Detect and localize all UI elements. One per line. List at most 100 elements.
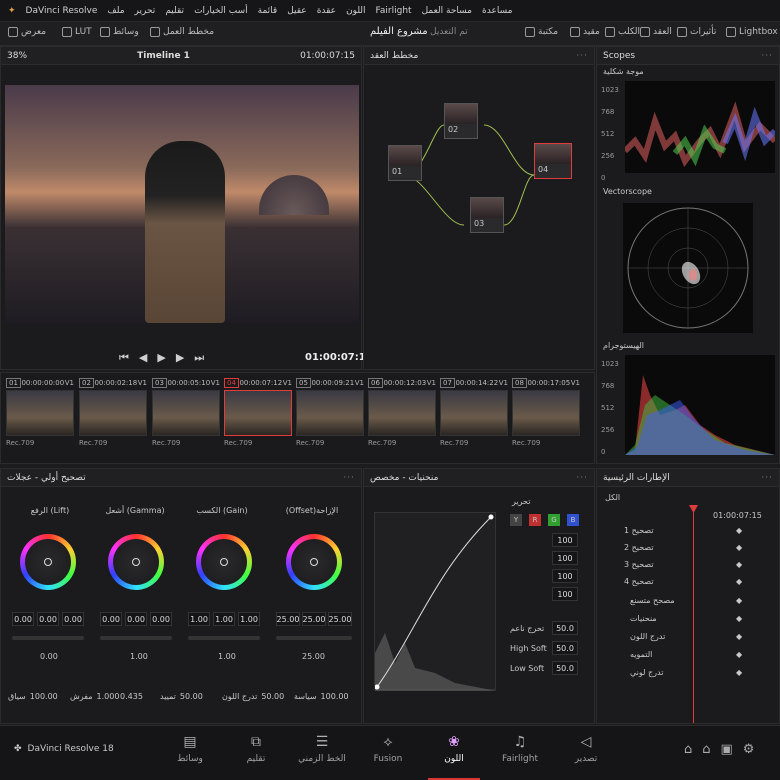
keyframe-diamond-icon[interactable]: ◆ (736, 526, 742, 535)
more-icon[interactable]: ··· (761, 473, 773, 483)
keyframe-row[interactable]: تصحيح 1 ◆ (600, 526, 776, 542)
more-icon[interactable]: ··· (576, 51, 588, 61)
gain-r[interactable]: 1.00 (188, 612, 210, 626)
offset-g[interactable]: 25.00 (302, 612, 326, 626)
gain-b[interactable]: 1.00 (238, 612, 260, 626)
gamma-r[interactable]: 0.00 (100, 612, 122, 626)
keyframe-row[interactable]: تصحيح 4 ◆ (600, 577, 776, 593)
gain-g[interactable]: 1.00 (213, 612, 235, 626)
more-icon[interactable]: ··· (343, 473, 355, 483)
keyframe-row[interactable]: منحنيات ◆ (600, 614, 776, 630)
timeline-name[interactable]: Timeline 1 (137, 51, 190, 61)
offset-r[interactable]: 25.00 (276, 612, 300, 626)
workflow-button[interactable]: مخطط العمل (150, 27, 214, 37)
transport-controls[interactable]: ⏮◀▶▶⏭ (119, 351, 214, 365)
keyframe-row[interactable]: تصحيح 3 ◆ (600, 560, 776, 576)
channel-y[interactable]: Y (510, 514, 522, 526)
lift-handle[interactable] (44, 558, 52, 566)
curve-b-value[interactable]: 100 (552, 587, 578, 601)
keyframe-diamond-icon[interactable]: ◆ (736, 577, 742, 586)
soft-clip-value[interactable]: 50.0 (552, 621, 578, 635)
menu-item[interactable]: Fairlight (376, 6, 412, 16)
gamma-master-slider[interactable] (100, 636, 172, 640)
gain-master[interactable]: 1.00 (218, 652, 236, 661)
menu-item[interactable]: اللون (346, 6, 365, 16)
lightbox-button[interactable]: Lightbox (726, 27, 778, 37)
keyframe-row[interactable]: مصحح متسنع ◆ (600, 596, 776, 612)
gamma-handle[interactable] (132, 558, 140, 566)
library-button[interactable]: مكتبة (525, 27, 558, 37)
curve-g-value[interactable]: 100 (552, 569, 578, 583)
menu-item[interactable]: ملف (107, 6, 124, 16)
high-soft-value[interactable]: 50.0 (552, 641, 578, 655)
media-button[interactable]: وسائط (100, 27, 139, 37)
video-frame[interactable] (5, 85, 359, 323)
lift-r[interactable]: 0.00 (12, 612, 34, 626)
clip-07[interactable]: 07 00:00:14:22 V1 Rec.709 (440, 376, 508, 452)
low-soft-value[interactable]: 50.0 (552, 661, 578, 675)
page-color[interactable]: ❀ اللون (424, 734, 484, 780)
more-icon[interactable]: ··· (761, 51, 773, 61)
menu-item[interactable]: عقيل (287, 6, 306, 16)
node-04[interactable]: 04 (534, 143, 572, 179)
nodes-button[interactable]: العقد (640, 27, 672, 37)
home-settings-icons[interactable]: ⌂⌂▣⚙ (684, 742, 764, 757)
menu-item[interactable]: قائمة (258, 6, 278, 16)
curve-editor[interactable] (374, 512, 497, 691)
node-02[interactable]: 02 (444, 103, 478, 139)
clip-01[interactable]: 01 00:00:00:00 V1 Rec.709 (6, 376, 74, 452)
menu-item[interactable]: مساحة العمل (422, 6, 472, 16)
clip-05[interactable]: 05 00:00:09:21 V1 Rec.709 (296, 376, 364, 452)
clip-08[interactable]: 08 00:00:17:05 V1 Rec.709 (512, 376, 580, 452)
lift-master-slider[interactable] (12, 636, 84, 640)
keyframe-row[interactable]: تدرج اللون ◆ (600, 632, 776, 648)
keyframe-row[interactable]: تدرج لوني ◆ (600, 668, 776, 684)
keyframe-row[interactable]: تصحيح 2 ◆ (600, 543, 776, 559)
clip-03[interactable]: 03 00:00:05:10 V1 Rec.709 (152, 376, 220, 452)
page-deliver[interactable]: ◁ تصدير (556, 734, 616, 764)
param-value[interactable]: 0.435 (120, 692, 143, 701)
more-icon[interactable]: ··· (576, 473, 588, 483)
clip-06[interactable]: 06 00:00:12:03 V1 Rec.709 (368, 376, 436, 452)
keyframe-filter[interactable]: الكل (605, 493, 620, 502)
page-fusion[interactable]: ⟡ Fusion (358, 734, 418, 764)
param-pivot[interactable]: مفرش 1.000 (70, 692, 119, 701)
clip-02[interactable]: 02 00:00:02:18 V1 Rec.709 (79, 376, 147, 452)
node-03[interactable]: 03 (470, 197, 504, 233)
offset-master-slider[interactable] (276, 636, 352, 640)
effects-button[interactable]: تأثيرات (677, 27, 716, 37)
restricted-button[interactable]: مقيد (570, 27, 600, 37)
menu-item[interactable]: عقدة (317, 6, 336, 16)
menu-item[interactable]: تقليم (165, 6, 184, 16)
channel-g[interactable]: G (548, 514, 560, 526)
offset-master[interactable]: 25.00 (302, 652, 325, 661)
param-contrast[interactable]: سياق 100.00 (8, 692, 58, 701)
offset-b[interactable]: 25.00 (328, 612, 352, 626)
keyframe-diamond-icon[interactable]: ◆ (736, 650, 742, 659)
channel-b[interactable]: B (567, 514, 579, 526)
keyframe-row[interactable]: التمويه ◆ (600, 650, 776, 666)
lift-g[interactable]: 0.00 (37, 612, 59, 626)
curve-y-value[interactable]: 100 (552, 533, 578, 547)
keyframe-diamond-icon[interactable]: ◆ (736, 632, 742, 641)
gamma-master[interactable]: 1.00 (130, 652, 148, 661)
offset-handle[interactable] (310, 558, 318, 566)
menu-item[interactable]: تحرير (135, 6, 156, 16)
node-01[interactable]: 01 (388, 145, 422, 181)
gamma-b[interactable]: 0.00 (150, 612, 172, 626)
gamma-g[interactable]: 0.00 (125, 612, 147, 626)
zoom-level[interactable]: 38% (7, 51, 27, 61)
clips-button[interactable]: الكلب (605, 27, 640, 37)
menu-item[interactable]: أسب الخيارات (194, 6, 248, 16)
param-lum-mix[interactable]: سياسة 100.00 (294, 692, 349, 701)
lut-button[interactable]: LUT (62, 27, 92, 37)
gallery-button[interactable]: معرض (8, 27, 46, 37)
curve-r-value[interactable]: 100 (552, 551, 578, 565)
page-edit[interactable]: ☰ الخط الزمني (292, 734, 352, 764)
menu-item[interactable]: مساعدة (482, 6, 512, 16)
clip-04[interactable]: 04 00:00:07:12 V1 Rec.709 (224, 376, 292, 452)
keyframe-diamond-icon[interactable]: ◆ (736, 596, 742, 605)
keyframe-diamond-icon[interactable]: ◆ (736, 560, 742, 569)
param-hue[interactable]: تدرج اللون 50.00 (222, 692, 284, 701)
lift-master[interactable]: 0.00 (40, 652, 58, 661)
